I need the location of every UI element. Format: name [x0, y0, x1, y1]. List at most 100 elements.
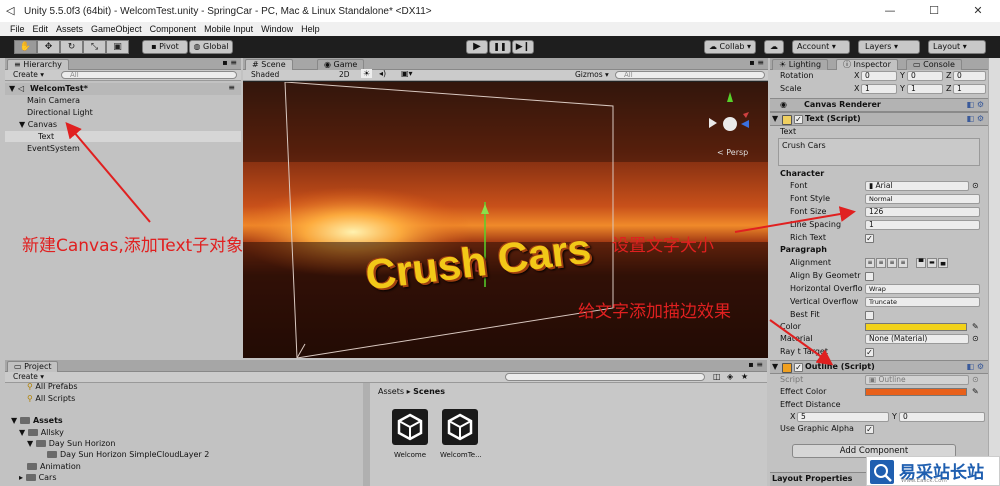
asset-label-welcomtest[interactable]: WelcomTe... — [440, 451, 482, 459]
scene-menu-icon[interactable]: ≡ — [228, 83, 235, 92]
scene-row[interactable]: ▼ ◁ WelcomTest* ≡ — [5, 83, 241, 95]
rotation-z-field[interactable]: 0 — [953, 71, 986, 81]
line-spacing-field[interactable]: 1 — [865, 220, 980, 230]
project-tree-assets[interactable]: ▼ Assets — [11, 416, 63, 425]
gizmos-dropdown[interactable]: Gizmos ▾ — [575, 70, 609, 79]
canvas-renderer-header[interactable]: ◉ Canvas Renderer ◧ ⚙ — [770, 98, 988, 112]
menu-window[interactable]: Window — [261, 24, 293, 34]
project-tree-day-sun-horizon[interactable]: ▼ Day Sun Horizon — [27, 439, 115, 448]
font-field[interactable]: ▮ Arial — [865, 181, 969, 191]
project-tree-all-scripts[interactable]: ⚲ All Scripts — [27, 394, 75, 403]
panel-menu-icon[interactable]: ▪ ≡ — [222, 58, 237, 67]
breadcrumb-scenes[interactable]: Scenes — [413, 387, 445, 396]
filter-by-type-icon[interactable]: ◫ — [713, 372, 721, 381]
play-button[interactable]: ▶ — [466, 40, 488, 54]
hierarchy-create-button[interactable]: Create ▾ — [13, 70, 44, 79]
persp-label[interactable]: < Persp — [717, 148, 748, 157]
maximize-button[interactable]: ☐ — [912, 0, 956, 22]
global-button[interactable]: ◍ Global — [189, 40, 233, 54]
rich-text-checkbox[interactable]: ✓ — [865, 233, 874, 243]
project-tree-day-sun-horizon-cloud[interactable]: Day Sun Horizon SimpleCloudLayer 2 — [47, 450, 209, 459]
font-style-dropdown[interactable]: Normal — [865, 194, 980, 204]
best-fit-checkbox[interactable] — [865, 310, 874, 320]
panel-menu-icon[interactable]: ▪ ≡ — [749, 58, 764, 67]
align-middle-icon[interactable]: ▬ — [927, 258, 937, 268]
tree-scrollbar[interactable] — [363, 383, 370, 486]
tab-project[interactable]: ▭ Project — [7, 361, 59, 372]
tab-game[interactable]: ◉ Game — [317, 59, 365, 70]
raycast-target-checkbox[interactable]: ✓ — [865, 347, 874, 357]
project-create-button[interactable]: Create ▾ — [13, 372, 44, 381]
rotate-tool-icon[interactable]: ↻ — [60, 40, 83, 54]
align-top-icon[interactable]: ▀ — [916, 258, 926, 268]
text-script-header[interactable]: ▼ ✓ Text (Script) ◧ ⚙ — [770, 112, 988, 126]
menu-edit[interactable]: Edit — [33, 24, 49, 34]
material-field[interactable]: None (Material) — [865, 334, 969, 344]
text-color-swatch[interactable] — [865, 323, 967, 331]
menu-file[interactable]: File — [10, 24, 25, 34]
foldout-arrow-icon[interactable]: ▼ — [772, 113, 778, 125]
pivot-button[interactable]: ▪ Pivot — [142, 40, 188, 54]
align-center-icon[interactable]: ≡ — [876, 258, 886, 268]
tab-lighting[interactable]: ☀ Lighting — [772, 59, 829, 70]
scale-z-field[interactable]: 1 — [953, 84, 986, 94]
text-content-area[interactable]: Crush Cars — [778, 138, 980, 166]
align-by-geometry-checkbox[interactable] — [865, 271, 874, 281]
eyedropper-icon[interactable]: ✎ — [972, 386, 979, 398]
favorite-star-icon[interactable]: ★ — [741, 372, 748, 381]
effects-toggle-icon[interactable]: ▣▾ — [401, 69, 413, 78]
menu-component[interactable]: Component — [150, 24, 197, 34]
breadcrumb-assets[interactable]: Assets — [378, 387, 404, 396]
project-tree-allsky[interactable]: ▼ Allsky — [19, 428, 64, 437]
effect-distance-x-field[interactable]: 5 — [797, 412, 889, 422]
filter-by-label-icon[interactable]: ◈ — [727, 372, 733, 381]
expand-arrow-icon[interactable]: ▼ — [19, 120, 25, 129]
foldout-arrow-icon[interactable]: ▼ — [772, 361, 778, 373]
hand-tool-icon[interactable]: ✋ — [14, 40, 37, 54]
hierarchy-item-text[interactable]: Text — [38, 132, 54, 141]
move-tool-icon[interactable]: ✥ — [37, 40, 60, 54]
effect-distance-y-field[interactable]: 0 — [899, 412, 985, 422]
audio-toggle-icon[interactable]: ◂) — [379, 69, 386, 78]
object-picker-icon[interactable]: ⊙ — [972, 180, 979, 192]
project-tree-animation[interactable]: Animation — [27, 462, 81, 471]
rotation-x-field[interactable]: 0 — [861, 71, 897, 81]
account-dropdown[interactable]: Account ▾ — [792, 40, 850, 54]
menu-mobile-input[interactable]: Mobile Input — [204, 24, 253, 34]
component-settings-icon[interactable]: ◧ ⚙ — [966, 99, 984, 111]
project-search-input[interactable] — [505, 373, 705, 381]
collab-button[interactable]: ☁ Collab ▾ — [704, 40, 756, 54]
hierarchy-item-eventsystem[interactable]: EventSystem — [27, 144, 80, 153]
use-graphic-alpha-checkbox[interactable]: ✓ — [865, 424, 874, 434]
tab-console[interactable]: ▭ Console — [906, 59, 962, 70]
align-right-icon[interactable]: ≡ — [887, 258, 897, 268]
mode-2d-toggle[interactable]: 2D — [339, 70, 350, 79]
tab-hierarchy[interactable]: ≡ Hierarchy — [7, 59, 69, 70]
scale-tool-icon[interactable]: ⤡ — [83, 40, 106, 54]
scale-y-field[interactable]: 1 — [907, 84, 943, 94]
eyedropper-icon[interactable]: ✎ — [972, 321, 979, 333]
align-bottom-icon[interactable]: ▄ — [938, 258, 948, 268]
project-tree-cars[interactable]: ▸ Cars — [19, 473, 57, 482]
scale-x-field[interactable]: 1 — [861, 84, 897, 94]
expand-arrow-icon[interactable]: ▼ — [9, 84, 15, 93]
step-button[interactable]: ▶❙ — [512, 40, 534, 54]
shading-dropdown[interactable]: Shaded — [251, 70, 279, 79]
panel-menu-icon[interactable]: ▪ ≡ — [748, 360, 763, 369]
scene-search-input[interactable]: All — [615, 71, 765, 79]
unity-scene-asset-icon[interactable] — [392, 409, 428, 445]
services-cloud-button[interactable]: ☁ — [764, 40, 784, 54]
layout-dropdown[interactable]: Layout ▾ — [928, 40, 986, 54]
hierarchy-item-main-camera[interactable]: Main Camera — [27, 96, 80, 105]
menu-help[interactable]: Help — [301, 24, 320, 34]
expand-arrow-icon[interactable]: ▼ — [27, 439, 36, 448]
font-size-field[interactable]: 126 — [865, 207, 980, 217]
move-gizmo-y-arrow[interactable] — [481, 204, 489, 214]
pause-button[interactable]: ❚❚ — [489, 40, 511, 54]
project-tree-all-prefabs[interactable]: ⚲ All Prefabs — [27, 383, 78, 391]
menu-gameobject[interactable]: GameObject — [91, 24, 142, 34]
align-left-icon[interactable]: ≡ — [865, 258, 875, 268]
rotation-y-field[interactable]: 0 — [907, 71, 943, 81]
lighting-toggle-icon[interactable]: ☀ — [361, 69, 373, 78]
asset-label-welcome[interactable]: Welcome — [394, 451, 426, 459]
